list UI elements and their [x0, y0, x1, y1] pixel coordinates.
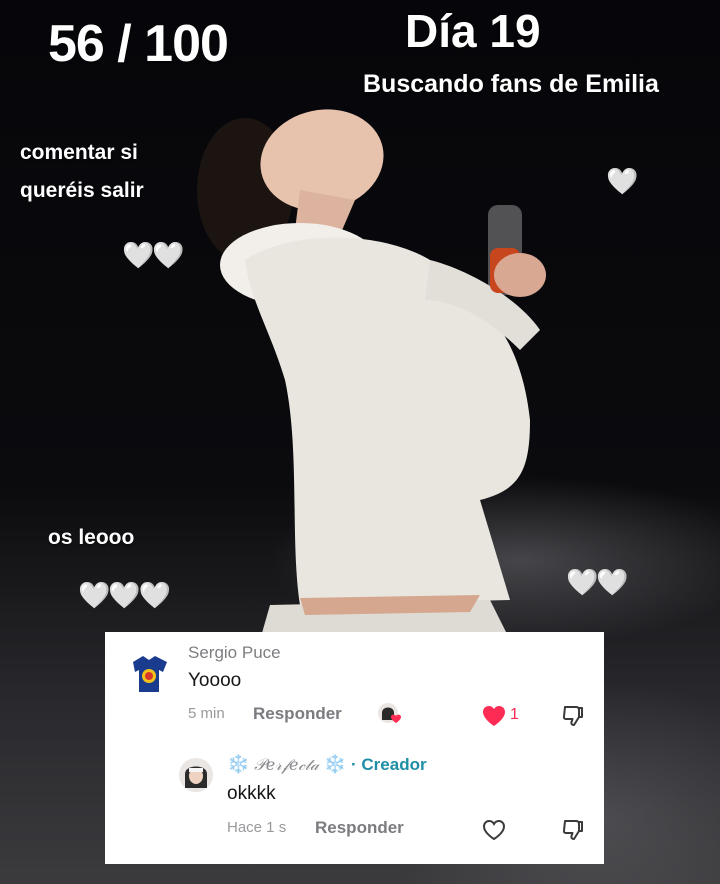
white-hearts-icon: 🤍🤍🤍 — [78, 580, 171, 610]
snowflake-icon: ❄️ — [227, 754, 250, 774]
avatar[interactable] — [125, 648, 175, 698]
reply-button[interactable]: Responder — [253, 704, 342, 724]
creator-name-line: ❄️ 𝒫𝑒𝓇𝒻𝑒𝒸𝓉𝒶 ❄️ · Creador — [227, 754, 427, 775]
creator-avatar-image-icon — [185, 766, 207, 788]
comment-timestamp: 5 min — [188, 705, 225, 722]
reply-text: okkkk — [227, 783, 276, 804]
snowflake-icon: ❄️ — [323, 754, 347, 774]
progress-counter: 56 / 100 — [48, 15, 229, 73]
like-count: 1 — [510, 706, 519, 723]
reply-username[interactable]: 𝒫𝑒𝓇𝒻𝑒𝒸𝓉𝒶 — [254, 755, 319, 774]
day-label: Día 19 — [405, 5, 541, 57]
comment-prompt-text: comentar si queréis salir — [20, 141, 144, 202]
reply-caption: os leooo — [48, 526, 135, 549]
tshirt-avatar-icon — [133, 656, 167, 692]
comment-card: Sergio Puce Yoooo 5 min Responder 1 ❄️ 𝒫… — [105, 632, 604, 864]
creator-liked-icon — [378, 703, 401, 723]
reply-timestamp: Hace 1 s — [227, 819, 287, 836]
dislike-icon[interactable] — [561, 818, 585, 842]
reply-button[interactable]: Responder — [315, 818, 404, 838]
white-hearts-icon: 🤍🤍 — [566, 567, 629, 597]
white-heart-icon: 🤍 — [606, 166, 638, 196]
heart-outline-icon[interactable] — [481, 818, 507, 842]
dislike-icon[interactable] — [561, 704, 585, 728]
liked-heart-icon[interactable] — [481, 704, 507, 728]
creator-avatar[interactable] — [179, 758, 213, 792]
comment-text: Yoooo — [188, 670, 242, 691]
creator-badge: Creador — [361, 755, 427, 774]
comment-username[interactable]: Sergio Puce — [188, 643, 281, 663]
subtitle: Buscando fans de Emilia — [363, 70, 659, 98]
white-hearts-icon: 🤍🤍 — [122, 240, 185, 270]
separator: · — [351, 755, 357, 774]
